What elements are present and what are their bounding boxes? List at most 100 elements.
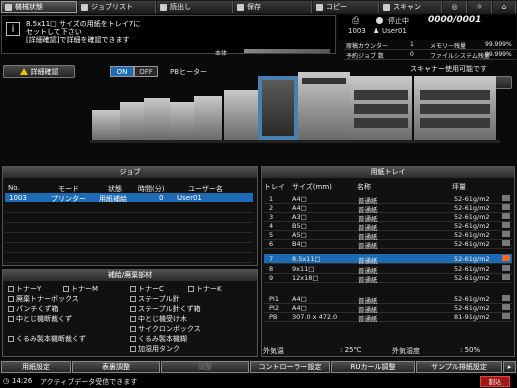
paper-panel-title: 用紙トレイ [262,167,514,178]
tray-status-icon [502,195,510,201]
sample-output-setting-button[interactable]: サンプル排紙設定 [416,361,502,373]
supply-item: 中とじ機受け木 [130,314,187,324]
tab-copy[interactable]: コピー [313,1,379,13]
paper-weight: 52-61g/m2 [454,274,490,282]
brightness-button[interactable]: ☼ [468,1,492,13]
home-icon: ⌂ [501,3,507,11]
status-job-count: 1003 [348,27,366,35]
paper-tray-row[interactable]: PB 307.0 x 472.0 普通紙 81-91g/m2 [264,312,512,323]
stat-label: メモリー残量 [430,43,467,50]
tab-recall[interactable]: 読出し [157,1,233,13]
stat-value: 99.999% [485,41,512,48]
controller-setting-button[interactable]: コントローラー設定 [250,361,330,373]
paper-weight: 52-61g/m2 [454,240,490,248]
supply-label: トナーK [196,285,222,293]
paper-setting-button[interactable]: 用紙設定 [1,361,71,373]
supply-label: サイクロンボックス [138,325,201,333]
paper-size: A4□ [292,304,307,312]
job-row[interactable]: 1003 プリンター 用紙補給 0 User01 [5,193,253,203]
paper-size: A4□ [292,204,307,212]
paper-weight: 52-61g/m2 [454,295,490,303]
supply-label: トナーM [71,285,99,293]
paper-size: B4□ [292,240,307,248]
paper-weight: 52-61g/m2 [454,213,490,221]
tray-status-icon [502,240,510,246]
paper-tray-row[interactable]: 7 8.5x11□ 普通紙 52-61g/m2 [264,254,512,265]
paper-tray: PB [269,313,278,321]
supply-icon [130,326,136,332]
paper-size: 9x11□ [292,265,315,273]
paper-tray-row[interactable]: 9 12x18□ 普通紙 52-61g/m2 [264,273,512,284]
paper-tray: 8 [269,265,274,273]
paper-col-tray: トレイ [264,183,285,191]
supply-item: ステープル針 [130,294,180,304]
supply-item: トナーK [188,284,222,294]
paper-tray-row[interactable]: 6 B4□ 普通紙 52-61g/m2 [264,239,512,250]
supply-icon [8,336,14,342]
status-message: アクティブデータ受信できます [40,378,138,386]
interrupt-button[interactable]: 割込 [480,376,510,387]
play-icon: ▸ [507,363,512,371]
paper-tray: 4 [269,222,274,230]
paper-size: A5□ [292,231,307,239]
supply-panel-title: 補給/廃棄部材 [3,270,257,281]
user-icon: ♟ [373,27,380,35]
job-row [5,223,253,233]
job-row [5,213,253,223]
supply-icon [8,296,14,302]
tray-status-icon [502,295,510,301]
front-back-adjust-button[interactable]: 表裏調整 [72,361,160,373]
paper-tray: PI2 [269,304,279,312]
supply-icon [8,286,14,292]
globe-button[interactable]: ◎ [443,1,467,13]
paper-name: 普通紙 [358,242,378,250]
tab-save[interactable]: 保存 [234,1,312,13]
tab-machine-status[interactable]: 機械状態 [1,1,77,13]
paper-weight: 52-61g/m2 [454,204,490,212]
ru-curl-adjust-button[interactable]: RUカール調整 [331,361,415,373]
job-row [5,233,253,243]
status-time: 14:26 [12,377,33,385]
supply-icon [130,346,136,352]
info-icon: i [6,22,20,36]
stat-value: 0 [410,51,414,58]
stat-value: 99.999% [485,51,512,58]
stat-value: 1 [410,41,414,48]
status-counter: 0000/0001 [428,15,482,25]
paper-tray: 1 [269,195,274,203]
status-user: User01 [382,27,407,35]
job-row [5,243,253,253]
job-row [5,253,253,263]
paper-col-size: サイズ(mm) [292,183,332,191]
adjust-button[interactable]: 調整 [161,361,249,373]
paper-col-name: 名称 [357,183,371,191]
paper-tray: 5 [269,231,274,239]
humidity-value: : 50% [460,346,481,354]
supply-icon [188,286,194,292]
supply-item: ステープル針くず箱 [130,304,201,314]
tray-status-icon [502,204,510,210]
home-button[interactable]: ⌂ [493,1,516,13]
paper-tray: 2 [269,204,274,212]
supply-label: トナーY [16,285,42,293]
stat-label: 原稿カウンター [346,43,389,50]
stat-label: ファイルシステム残量 [430,53,490,60]
supply-icon [8,306,14,312]
tray-status-icon [502,213,510,219]
temperature-label: 外気温 [263,347,284,355]
save-icon [237,3,244,11]
supply-label: くるみ製本機断裁くず [16,335,86,343]
next-page-button[interactable]: ▸ [503,361,516,373]
machine-icon [5,3,12,11]
tab-scan[interactable]: スキャン [380,1,442,13]
job-row [5,203,253,213]
tab-job-list[interactable]: ジョブリスト [78,1,156,13]
job-time: 0 [159,194,164,202]
supply-label: トナーC [138,285,164,293]
detail-check-button[interactable]: 詳細確認 [3,65,75,78]
supply-icon [63,286,69,292]
supply-label: 加湿用タンク [138,345,180,353]
supply-item: 廃棄トナーボックス [8,294,79,304]
supply-icon [130,336,136,342]
supply-item: くるみ製本機糊 [130,334,187,344]
